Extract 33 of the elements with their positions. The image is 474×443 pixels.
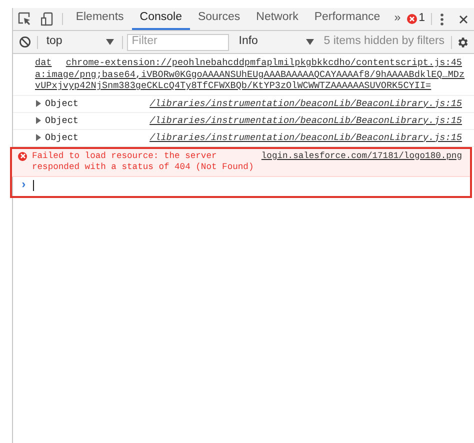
more-tabs-button[interactable]: »: [388, 8, 407, 30]
error-message: Failed to load resource: the server: [32, 150, 218, 162]
message-text[interactable]: vUPxjvyp42NjSnm383geCKLcQ4Ty8TfCFWXBQb/KtYP3zOlWCWWTZAAAAAASUVORK5CYII=: [35, 80, 462, 92]
level-select[interactable]: Info: [234, 33, 324, 51]
source-link[interactable]: /libraries/instrumentation/beaconLib/BeaconLibrary.js:15: [150, 114, 462, 128]
tab[interactable]: Network: [248, 8, 306, 30]
tab[interactable]: Elements: [68, 8, 132, 30]
source-link[interactable]: /libraries/instrumentation/beaconLib/BeaconLibrary.js:15: [150, 130, 462, 144]
caret-icon: [306, 39, 314, 45]
context-select[interactable]: top: [38, 33, 122, 51]
message-text[interactable]: a:image/png;base64,iVBORw0KGgoAAAANSUhEUgAAABAAAAAQCAYAAAAf8/9hAAAABdklEQ…MDz: [35, 68, 462, 80]
text-cursor: [33, 180, 34, 190]
expand-triangle-icon[interactable]: [35, 100, 42, 107]
object-label[interactable]: Object: [45, 96, 78, 110]
message-text[interactable]: dat: [35, 57, 52, 68]
error-message: responded with a status of 404 (Not Found): [32, 162, 254, 174]
hidden-items-note: 5 items hidden by filters: [324, 34, 446, 50]
error-icon: [18, 152, 27, 160]
tab[interactable]: Sources: [190, 8, 248, 30]
caret-icon: [106, 39, 114, 45]
console-input[interactable]: ›: [12, 176, 470, 196]
source-link[interactable]: chrome-extension://peohlnebahcddpmfaplmilpkgbkkcdho/contentscript.js:45: [66, 57, 462, 68]
filter-field[interactable]: Filter: [126, 34, 229, 50]
prompt-icon: ›: [20, 179, 28, 191]
object-label[interactable]: Object: [45, 130, 78, 144]
source-link[interactable]: /libraries/instrumentation/beaconLib/BeaconLibrary.js:15: [150, 96, 462, 110]
object-label[interactable]: Object: [45, 114, 78, 128]
source-link[interactable]: login.salesforce.com/17181/logo180.png: [257, 150, 462, 162]
error-count[interactable]: 1: [418, 10, 425, 28]
expand-triangle-icon[interactable]: [35, 134, 42, 141]
error-icon: [406, 14, 417, 24]
expand-triangle-icon[interactable]: [35, 117, 42, 124]
tab[interactable]: Performance: [306, 8, 388, 30]
